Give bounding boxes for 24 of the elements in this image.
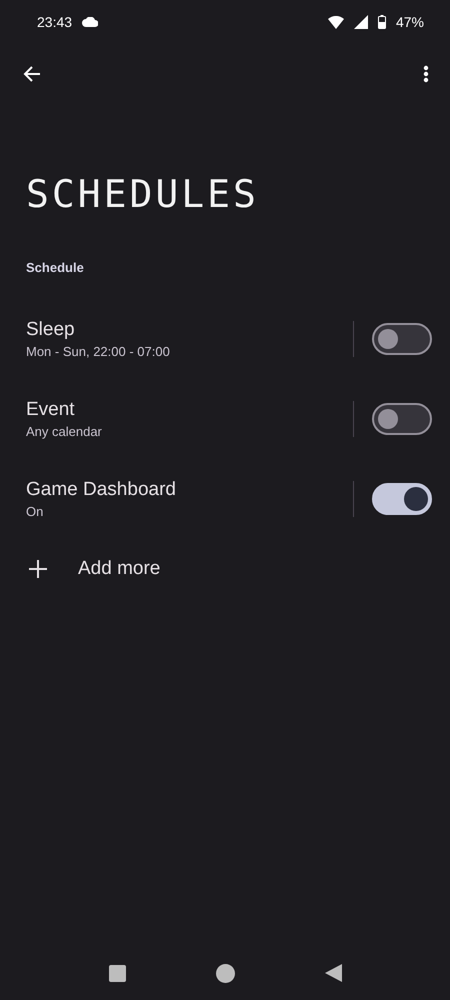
toggle-switch[interactable] bbox=[372, 483, 432, 515]
schedule-detail: Mon - Sun, 22:00 - 07:00 bbox=[26, 344, 170, 359]
cloud-icon bbox=[82, 17, 98, 27]
back-icon[interactable] bbox=[324, 964, 342, 982]
signal-icon bbox=[354, 15, 368, 29]
schedule-name[interactable]: Event bbox=[26, 399, 75, 421]
schedule-name[interactable]: Game Dashboard bbox=[26, 479, 176, 501]
toggle-switch[interactable] bbox=[372, 403, 432, 435]
schedule-name[interactable]: Sleep bbox=[26, 319, 75, 341]
schedule-detail: Any calendar bbox=[26, 424, 102, 439]
toggle-switch[interactable] bbox=[372, 323, 432, 355]
page-title: SCHEDULES bbox=[26, 172, 259, 216]
status-time: 23:43 bbox=[37, 14, 72, 30]
home-icon[interactable] bbox=[216, 964, 234, 982]
add-more-button[interactable]: Add more bbox=[0, 549, 160, 589]
plus-icon bbox=[28, 559, 48, 579]
battery-level: 47% bbox=[396, 14, 424, 30]
more-icon bbox=[423, 65, 429, 83]
back-arrow-icon bbox=[22, 64, 42, 84]
battery-icon bbox=[378, 15, 386, 29]
recents-icon[interactable] bbox=[108, 964, 126, 982]
schedule-detail: On bbox=[26, 504, 44, 519]
section-header: Schedule bbox=[26, 260, 84, 275]
wifi-icon bbox=[328, 16, 344, 28]
